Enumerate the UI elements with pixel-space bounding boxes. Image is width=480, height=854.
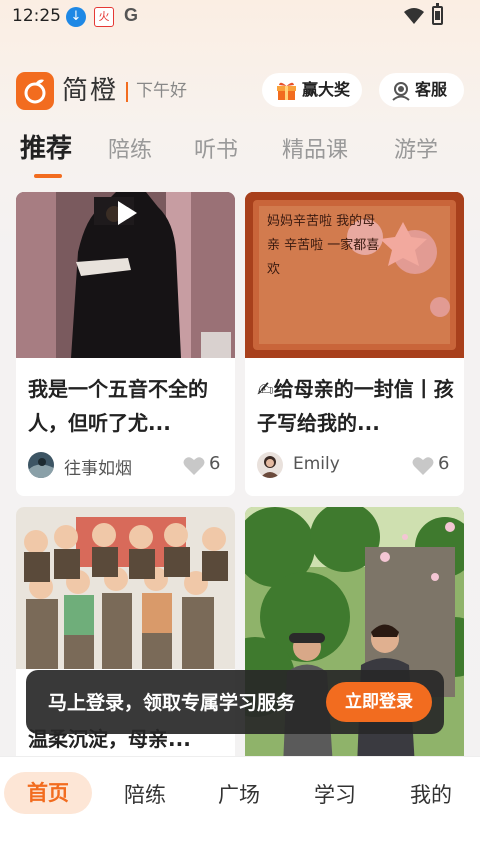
app-logo	[16, 72, 54, 110]
nav-study[interactable]: 学习	[290, 779, 380, 809]
bottom-nav: 首页 陪练 广场 学习 我的	[0, 756, 480, 854]
active-tab-indicator	[34, 174, 62, 178]
post-card[interactable]: 妈妈辛苦啦 我的母亲 辛苦啦 一家都喜欢 ✍给母亲的一封信丨孩子写给我的... …	[245, 192, 464, 496]
like-count: 6	[209, 453, 221, 474]
google-icon: G	[124, 5, 139, 25]
nav-home[interactable]: 首页	[4, 772, 92, 814]
nav-mine[interactable]: 我的	[386, 779, 476, 809]
battery-icon	[432, 3, 443, 25]
handwritten-letter-text: 妈妈辛苦啦 我的母亲 辛苦啦 一家都喜欢	[267, 214, 380, 277]
post-author[interactable]: Emily	[257, 452, 407, 480]
login-prompt-text: 马上登录，领取专属学习服务	[48, 692, 296, 714]
tab-study-tour[interactable]: 游学	[394, 132, 438, 164]
avatar	[28, 452, 54, 478]
tab-audiobook[interactable]: 听书	[194, 132, 238, 164]
win-prize-label: 赢大奖	[302, 80, 351, 99]
heart-icon	[412, 457, 434, 475]
app-notification-icon: 火	[94, 7, 114, 27]
like-button[interactable]: 6	[183, 452, 223, 480]
greeting-text: 下午好	[136, 81, 187, 101]
author-name: Emily	[293, 454, 340, 474]
win-prize-button[interactable]: 赢大奖	[262, 73, 362, 107]
post-title: 我是一个五音不全的人，但听了尤...	[28, 377, 208, 435]
post-author[interactable]: 往事如烟	[28, 452, 178, 480]
login-banner: 马上登录，领取专属学习服务 立即登录	[26, 670, 444, 734]
post-thumbnail	[16, 507, 235, 669]
login-now-button[interactable]: 立即登录	[326, 682, 432, 722]
customer-service-button[interactable]: 客服	[379, 73, 464, 107]
brand-divider	[126, 82, 128, 102]
status-time: 12:25	[12, 6, 61, 26]
tab-premium-course[interactable]: 精品课	[282, 132, 348, 164]
tab-recommend[interactable]: 推荐	[20, 128, 72, 165]
post-thumbnail: 妈妈辛苦啦 我的母亲 辛苦啦 一家都喜欢	[245, 192, 464, 358]
brand-name: 简橙	[62, 76, 119, 106]
like-count: 6	[438, 453, 450, 474]
post-title: ✍给母亲的一封信丨孩子写给我的...	[257, 377, 454, 435]
customer-service-icon	[392, 82, 410, 101]
wifi-icon	[404, 8, 424, 24]
nav-square[interactable]: 广场	[194, 779, 284, 809]
play-icon	[118, 201, 137, 225]
author-name: 往事如烟	[64, 459, 132, 479]
customer-service-label: 客服	[415, 80, 448, 99]
gift-icon	[277, 82, 296, 100]
post-card[interactable]: 我是一个五音不全的人，但听了尤... 往事如烟 6	[16, 192, 235, 496]
download-icon: ↓	[66, 7, 86, 27]
post-thumbnail	[16, 192, 235, 358]
tab-accompany[interactable]: 陪练	[108, 132, 152, 164]
category-tabs: 推荐 陪练 听书 精品课 游学	[0, 128, 480, 178]
heart-icon	[183, 457, 205, 475]
status-bar: 12:25 ↓ 火 G	[0, 0, 480, 34]
avatar	[257, 452, 283, 478]
nav-accompany[interactable]: 陪练	[100, 779, 190, 809]
like-button[interactable]: 6	[412, 452, 452, 480]
